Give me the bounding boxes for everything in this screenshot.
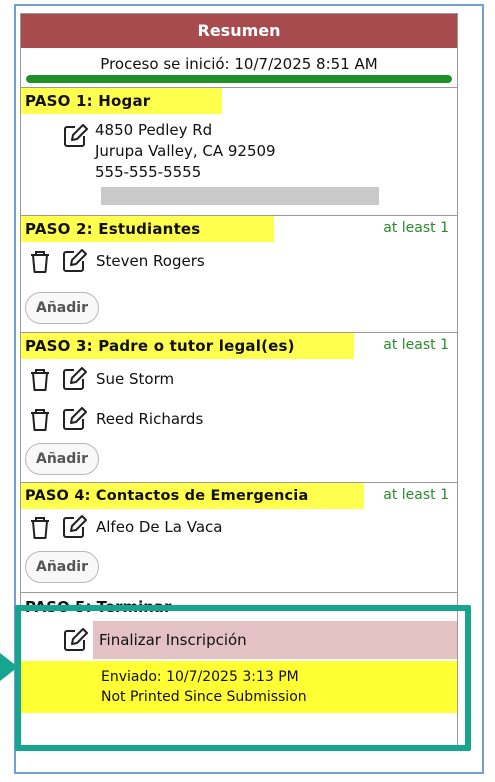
edit-icon[interactable] <box>60 513 88 541</box>
progress-bar-fill <box>26 75 452 83</box>
callout-arrow-icon <box>0 653 18 681</box>
guardian-name: Sue Storm <box>96 370 175 388</box>
progress-bar <box>26 75 452 83</box>
emergency-contact-name: Alfeo De La Vaca <box>96 518 223 536</box>
process-started-text: Proceso se inició: 10/7/2025 8:51 AM <box>100 55 378 73</box>
step3-requirement: at least 1 <box>383 337 449 353</box>
step4-title: PASO 4: Contactos de Emergencia <box>21 483 364 509</box>
edit-icon[interactable] <box>60 405 88 433</box>
add-guardian-button[interactable]: Añadir <box>25 443 99 475</box>
step2-section: PASO 2: Estudiantes at least 1 Steven Ro… <box>21 216 457 333</box>
step3-title: PASO 3: Padre o tutor legal(es) <box>21 333 354 359</box>
phone: 555-555-5555 <box>95 163 202 181</box>
step1-section: PASO 1: Hogar 4850 Pedley Rd Jurupa Vall… <box>21 88 457 216</box>
callout-highlight-box <box>15 605 471 751</box>
trash-icon[interactable] <box>26 247 54 275</box>
student-name: Steven Rogers <box>96 252 205 270</box>
step2-title: PASO 2: Estudiantes <box>21 216 274 242</box>
edit-household-icon[interactable] <box>61 122 89 150</box>
list-item: Sue Storm <box>21 359 457 399</box>
add-student-button[interactable]: Añadir <box>25 292 99 324</box>
list-item: Alfeo De La Vaca <box>21 509 457 545</box>
edit-icon[interactable] <box>60 247 88 275</box>
list-item: Reed Richards <box>21 399 457 439</box>
process-started: Proceso se inició: 10/7/2025 8:51 AM <box>21 48 457 88</box>
list-item: Steven Rogers <box>21 242 457 280</box>
address-line2: Jurupa Valley, CA 92509 <box>95 142 276 160</box>
edit-icon[interactable] <box>60 365 88 393</box>
trash-icon[interactable] <box>26 513 54 541</box>
trash-icon[interactable] <box>26 405 54 433</box>
step4-section: PASO 4: Contactos de Emergencia at least… <box>21 483 457 593</box>
add-contact-button[interactable]: Añadir <box>25 551 99 583</box>
trash-icon[interactable] <box>26 365 54 393</box>
step3-section: PASO 3: Padre o tutor legal(es) at least… <box>21 333 457 483</box>
redacted-field <box>101 187 379 205</box>
household-address: 4850 Pedley Rd Jurupa Valley, CA 92509 5… <box>21 114 457 183</box>
address-line1: 4850 Pedley Rd <box>95 121 213 139</box>
guardian-name: Reed Richards <box>96 410 204 428</box>
summary-header: Resumen <box>21 14 457 48</box>
step1-title: PASO 1: Hogar <box>21 88 222 114</box>
step2-requirement: at least 1 <box>383 220 449 236</box>
step4-requirement: at least 1 <box>383 487 449 503</box>
